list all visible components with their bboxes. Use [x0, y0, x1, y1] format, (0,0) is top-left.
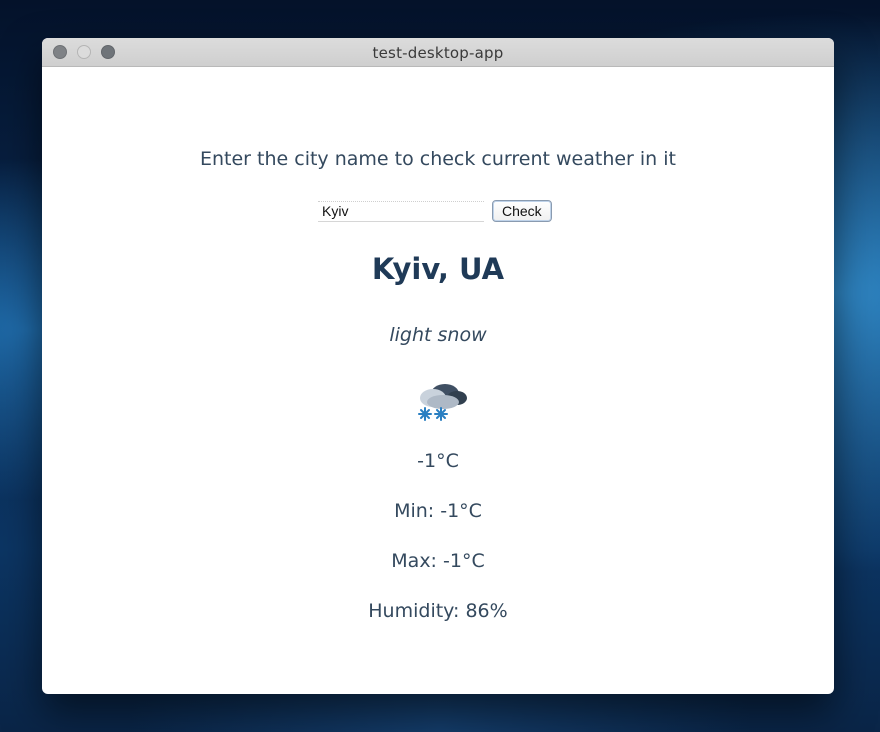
- max-temperature: Max: -1°C: [391, 550, 485, 572]
- city-input[interactable]: [318, 200, 484, 222]
- city-name-heading: Kyiv, UA: [371, 252, 505, 286]
- app-window: test-desktop-app Enter the city name to …: [42, 38, 834, 694]
- title-bar[interactable]: test-desktop-app: [42, 38, 834, 67]
- weather-description: light snow: [389, 324, 487, 346]
- check-button[interactable]: Check: [492, 200, 552, 222]
- city-search-form: Check: [318, 200, 552, 222]
- window-title: test-desktop-app: [372, 44, 504, 62]
- current-temperature: -1°C: [417, 450, 459, 472]
- light-snow-cloud-icon: [418, 384, 467, 421]
- humidity: Humidity: 86%: [368, 600, 508, 622]
- instruction-text: Enter the city name to check current wea…: [200, 148, 676, 170]
- min-temperature: Min: -1°C: [394, 500, 482, 522]
